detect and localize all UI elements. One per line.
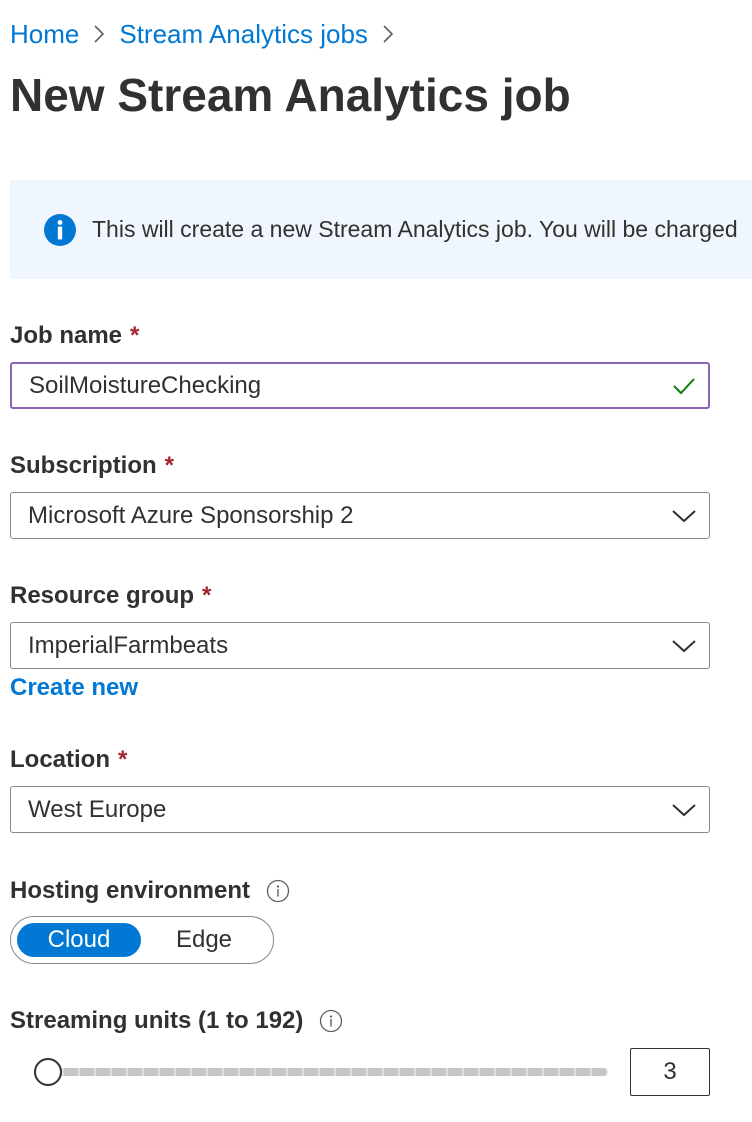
required-asterisk: * (202, 582, 212, 609)
job-name-label: Job name * (10, 322, 139, 350)
streaming-units-label: Streaming units (1 to 192) (10, 1007, 343, 1035)
location-label: Location * (10, 746, 127, 774)
hosting-option-cloud[interactable]: Cloud (17, 923, 141, 957)
required-asterisk: * (164, 452, 175, 479)
chevron-down-icon (671, 638, 697, 654)
streaming-units-label-text: Streaming units (1 to 192) (10, 1007, 304, 1034)
chevron-down-icon (671, 802, 697, 818)
location-label-text: Location (10, 746, 110, 773)
streaming-units-input[interactable] (631, 1049, 709, 1095)
job-name-label-text: Job name (10, 322, 123, 349)
subscription-selected-value: Microsoft Azure Sponsorship 2 (28, 501, 354, 529)
job-name-field (10, 362, 710, 409)
checkmark-icon (672, 376, 696, 396)
chevron-right-icon (93, 24, 105, 44)
info-circle-icon[interactable] (319, 1009, 343, 1033)
location-dropdown[interactable]: West Europe (10, 786, 710, 833)
streaming-units-slider-track[interactable] (48, 1068, 608, 1076)
resource-group-dropdown[interactable]: ImperialFarmbeats (10, 622, 710, 669)
hosting-environment-toggle: Cloud Edge (10, 916, 274, 964)
resource-group-label: Resource group * (10, 582, 211, 610)
subscription-label: Subscription * (10, 452, 174, 480)
subscription-label-text: Subscription (10, 452, 157, 479)
hosting-option-edge[interactable]: Edge (141, 923, 267, 957)
create-new-resource-group-link[interactable]: Create new (10, 674, 138, 702)
streaming-units-slider-thumb[interactable] (34, 1058, 62, 1086)
chevron-right-icon (382, 24, 394, 44)
breadcrumb: Home Stream Analytics jobs (10, 14, 408, 54)
chevron-down-icon (671, 508, 697, 524)
info-circle-icon[interactable] (266, 879, 290, 903)
resource-group-selected-value: ImperialFarmbeats (28, 631, 229, 659)
subscription-dropdown[interactable]: Microsoft Azure Sponsorship 2 (10, 492, 710, 539)
location-selected-value: West Europe (28, 795, 167, 823)
breadcrumb-home-link[interactable]: Home (10, 19, 79, 50)
hosting-environment-label: Hosting environment (10, 877, 290, 905)
required-asterisk: * (118, 746, 128, 773)
info-banner-text: This will create a new Stream Analytics … (92, 216, 738, 242)
resource-group-label-text: Resource group (10, 582, 195, 609)
hosting-environment-label-text: Hosting environment (10, 877, 251, 904)
required-asterisk: * (130, 322, 140, 349)
job-name-input[interactable] (29, 371, 629, 400)
info-banner: This will create a new Stream Analytics … (10, 180, 752, 279)
streaming-units-field (630, 1048, 710, 1096)
breadcrumb-stream-analytics-jobs-link[interactable]: Stream Analytics jobs (119, 19, 368, 50)
page-title: New Stream Analytics job (10, 69, 571, 121)
info-icon (44, 213, 76, 246)
